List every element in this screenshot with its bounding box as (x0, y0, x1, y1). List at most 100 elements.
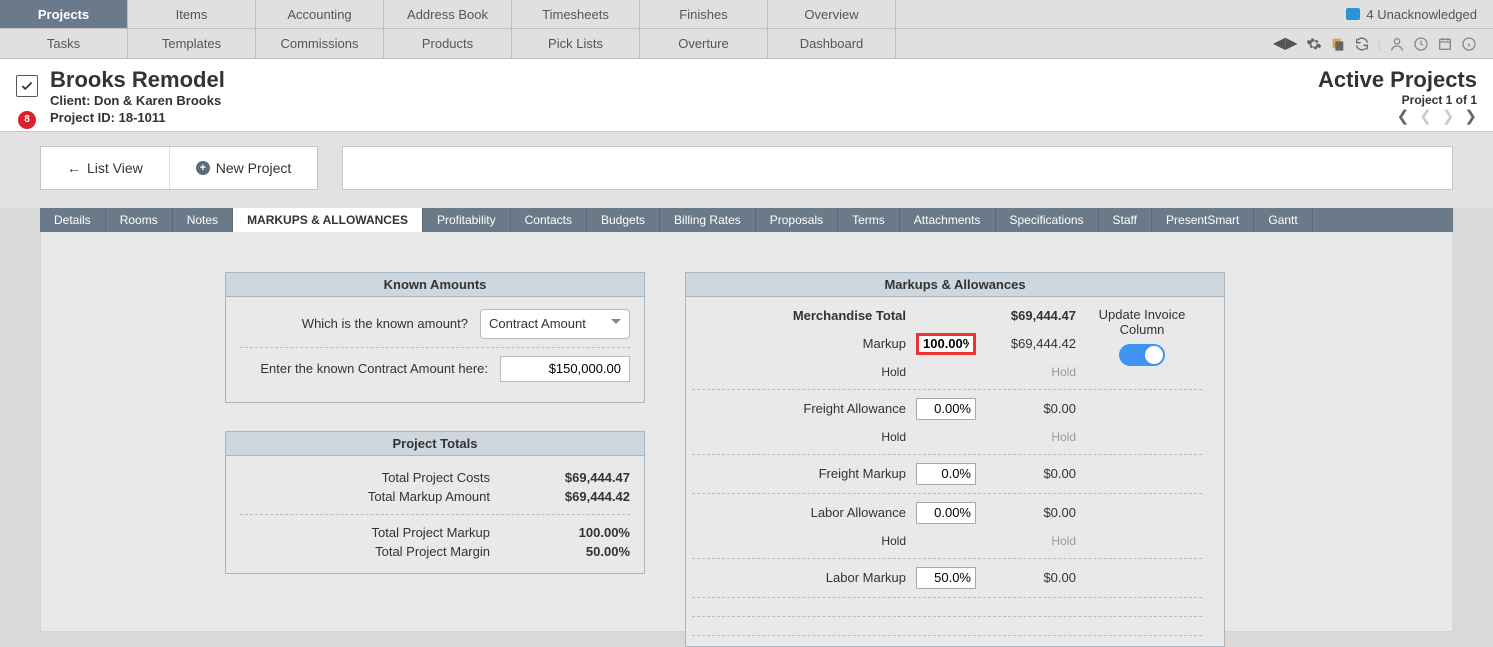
tab-gantt[interactable]: Gantt (1254, 208, 1312, 232)
tab-notes[interactable]: Notes (173, 208, 233, 232)
total-markup-amount-label: Total Markup Amount (240, 489, 520, 504)
tab-presentsmart[interactable]: PresentSmart (1152, 208, 1254, 232)
first-record-icon[interactable]: ❮ (1397, 107, 1410, 125)
nav-commissions[interactable]: Commissions (256, 29, 384, 58)
contract-amount-label: Enter the known Contract Amount here: (240, 361, 488, 376)
project-status-icon-wrap: 8 (16, 67, 50, 127)
nav-timesheets[interactable]: Timesheets (512, 0, 640, 28)
arrow-left-icon: ← (67, 160, 81, 176)
freight-allowance-hold-value: Hold (982, 424, 1082, 450)
notification-badge[interactable]: 8 (18, 111, 36, 129)
action-bar: ← List View + New Project (0, 132, 1493, 208)
nav-pick-lists[interactable]: Pick Lists (512, 29, 640, 58)
last-record-icon[interactable]: ❯ (1464, 107, 1477, 125)
nav-back-icon[interactable]: ◀ (1273, 36, 1285, 52)
freight-allowance-hold-label: Hold (692, 424, 912, 450)
gear-icon[interactable] (1306, 36, 1322, 52)
nav-dashboard[interactable]: Dashboard (768, 29, 896, 58)
project-counter: Project 1 of 1 (1318, 93, 1477, 107)
freight-allowance-label: Freight Allowance (692, 394, 912, 424)
markup-percent-input[interactable] (916, 333, 976, 355)
total-project-margin-label: Total Project Margin (240, 544, 520, 559)
topnav-tools: ◀ ▶ | (1257, 29, 1493, 58)
known-amount-value: Contract Amount (489, 316, 586, 331)
known-amounts-title: Known Amounts (226, 273, 644, 297)
tab-details[interactable]: Details (40, 208, 106, 232)
nav-address-book[interactable]: Address Book (384, 0, 512, 28)
list-view-button[interactable]: ← List View (41, 147, 170, 189)
active-projects-label: Active Projects (1318, 67, 1477, 93)
merchandise-total-label: Merchandise Total (692, 303, 912, 329)
calendar-icon[interactable] (1437, 36, 1453, 52)
tab-proposals[interactable]: Proposals (756, 208, 838, 232)
project-header: 8 Brooks Remodel Client: Don & Karen Bro… (0, 59, 1493, 132)
markups-allowances-title: Markups & Allowances (686, 273, 1224, 297)
known-amount-select[interactable]: Contract Amount (480, 309, 630, 339)
nav-items[interactable]: Items (128, 0, 256, 28)
tab-contacts[interactable]: Contacts (511, 208, 587, 232)
freight-markup-percent-input[interactable] (916, 463, 976, 485)
labor-markup-percent-input[interactable] (916, 567, 976, 589)
markup-hold-label: Hold (692, 359, 912, 385)
project-client: Client: Don & Karen Brooks (50, 93, 1318, 110)
markup-value: $69,444.42 (982, 329, 1082, 359)
update-invoice-toggle[interactable] (1119, 344, 1165, 366)
contract-amount-input[interactable] (500, 356, 630, 382)
tab-budgets[interactable]: Budgets (587, 208, 660, 232)
freight-allowance-percent-input[interactable] (916, 398, 976, 420)
plus-icon: + (196, 161, 210, 175)
nav-templates[interactable]: Templates (128, 29, 256, 58)
top-navigation: Projects Items Accounting Address Book T… (0, 0, 1493, 59)
labor-allowance-percent-input[interactable] (916, 502, 976, 524)
total-project-margin-value: 50.00% (520, 544, 630, 559)
tab-profitability[interactable]: Profitability (423, 208, 511, 232)
project-totals-title: Project Totals (226, 432, 644, 456)
labor-allowance-hold-value: Hold (982, 528, 1082, 554)
labor-allowance-label: Labor Allowance (692, 498, 912, 528)
refresh-icon[interactable] (1354, 36, 1370, 52)
prev-record-icon[interactable]: ❮ (1419, 107, 1432, 125)
nav-overture[interactable]: Overture (640, 29, 768, 58)
unacknowledged-notice[interactable]: 4 Unacknowledged (1346, 7, 1477, 22)
tab-attachments[interactable]: Attachments (900, 208, 996, 232)
list-view-label: List View (87, 160, 143, 176)
markups-allowances-panel: Markups & Allowances Merchandise Total $… (685, 272, 1225, 647)
nav-projects[interactable]: Projects (0, 0, 128, 28)
freight-markup-value: $0.00 (982, 459, 1082, 489)
known-amount-label: Which is the known amount? (240, 316, 468, 331)
labor-markup-value: $0.00 (982, 563, 1082, 593)
next-record-icon[interactable]: ❯ (1442, 107, 1455, 125)
user-icon[interactable] (1389, 36, 1405, 52)
nav-accounting[interactable]: Accounting (256, 0, 384, 28)
chat-icon (1346, 8, 1360, 20)
info-icon[interactable] (1461, 36, 1477, 52)
labor-allowance-value: $0.00 (982, 498, 1082, 528)
tab-markups-allowances[interactable]: MARKUPS & ALLOWANCES (233, 208, 423, 232)
copy-icon[interactable] (1330, 36, 1346, 52)
total-project-costs-value: $69,444.47 (520, 470, 630, 485)
new-project-label: New Project (216, 160, 291, 176)
total-markup-amount-value: $69,444.42 (520, 489, 630, 504)
labor-markup-label: Labor Markup (692, 563, 912, 593)
tab-billing-rates[interactable]: Billing Rates (660, 208, 756, 232)
tab-rooms[interactable]: Rooms (106, 208, 173, 232)
new-project-button[interactable]: + New Project (170, 147, 317, 189)
tab-staff[interactable]: Staff (1099, 208, 1152, 232)
unacknowledged-label: 4 Unacknowledged (1366, 7, 1477, 22)
update-invoice-label: Update Invoice Column (1088, 307, 1196, 338)
freight-allowance-value: $0.00 (982, 394, 1082, 424)
nav-products[interactable]: Products (384, 29, 512, 58)
freight-markup-label: Freight Markup (692, 459, 912, 489)
clock-icon[interactable] (1413, 36, 1429, 52)
nav-finishes[interactable]: Finishes (640, 0, 768, 28)
nav-overview[interactable]: Overview (768, 0, 896, 28)
tab-specifications[interactable]: Specifications (996, 208, 1099, 232)
total-project-markup-label: Total Project Markup (240, 525, 520, 540)
nav-forward-icon[interactable]: ▶ (1285, 36, 1297, 52)
action-bar-spacer (342, 146, 1453, 190)
separator: | (1378, 36, 1381, 51)
nav-tasks[interactable]: Tasks (0, 29, 128, 58)
tab-terms[interactable]: Terms (838, 208, 900, 232)
checklist-icon[interactable] (16, 75, 38, 97)
project-totals-panel: Project Totals Total Project Costs $69,4… (225, 431, 645, 574)
